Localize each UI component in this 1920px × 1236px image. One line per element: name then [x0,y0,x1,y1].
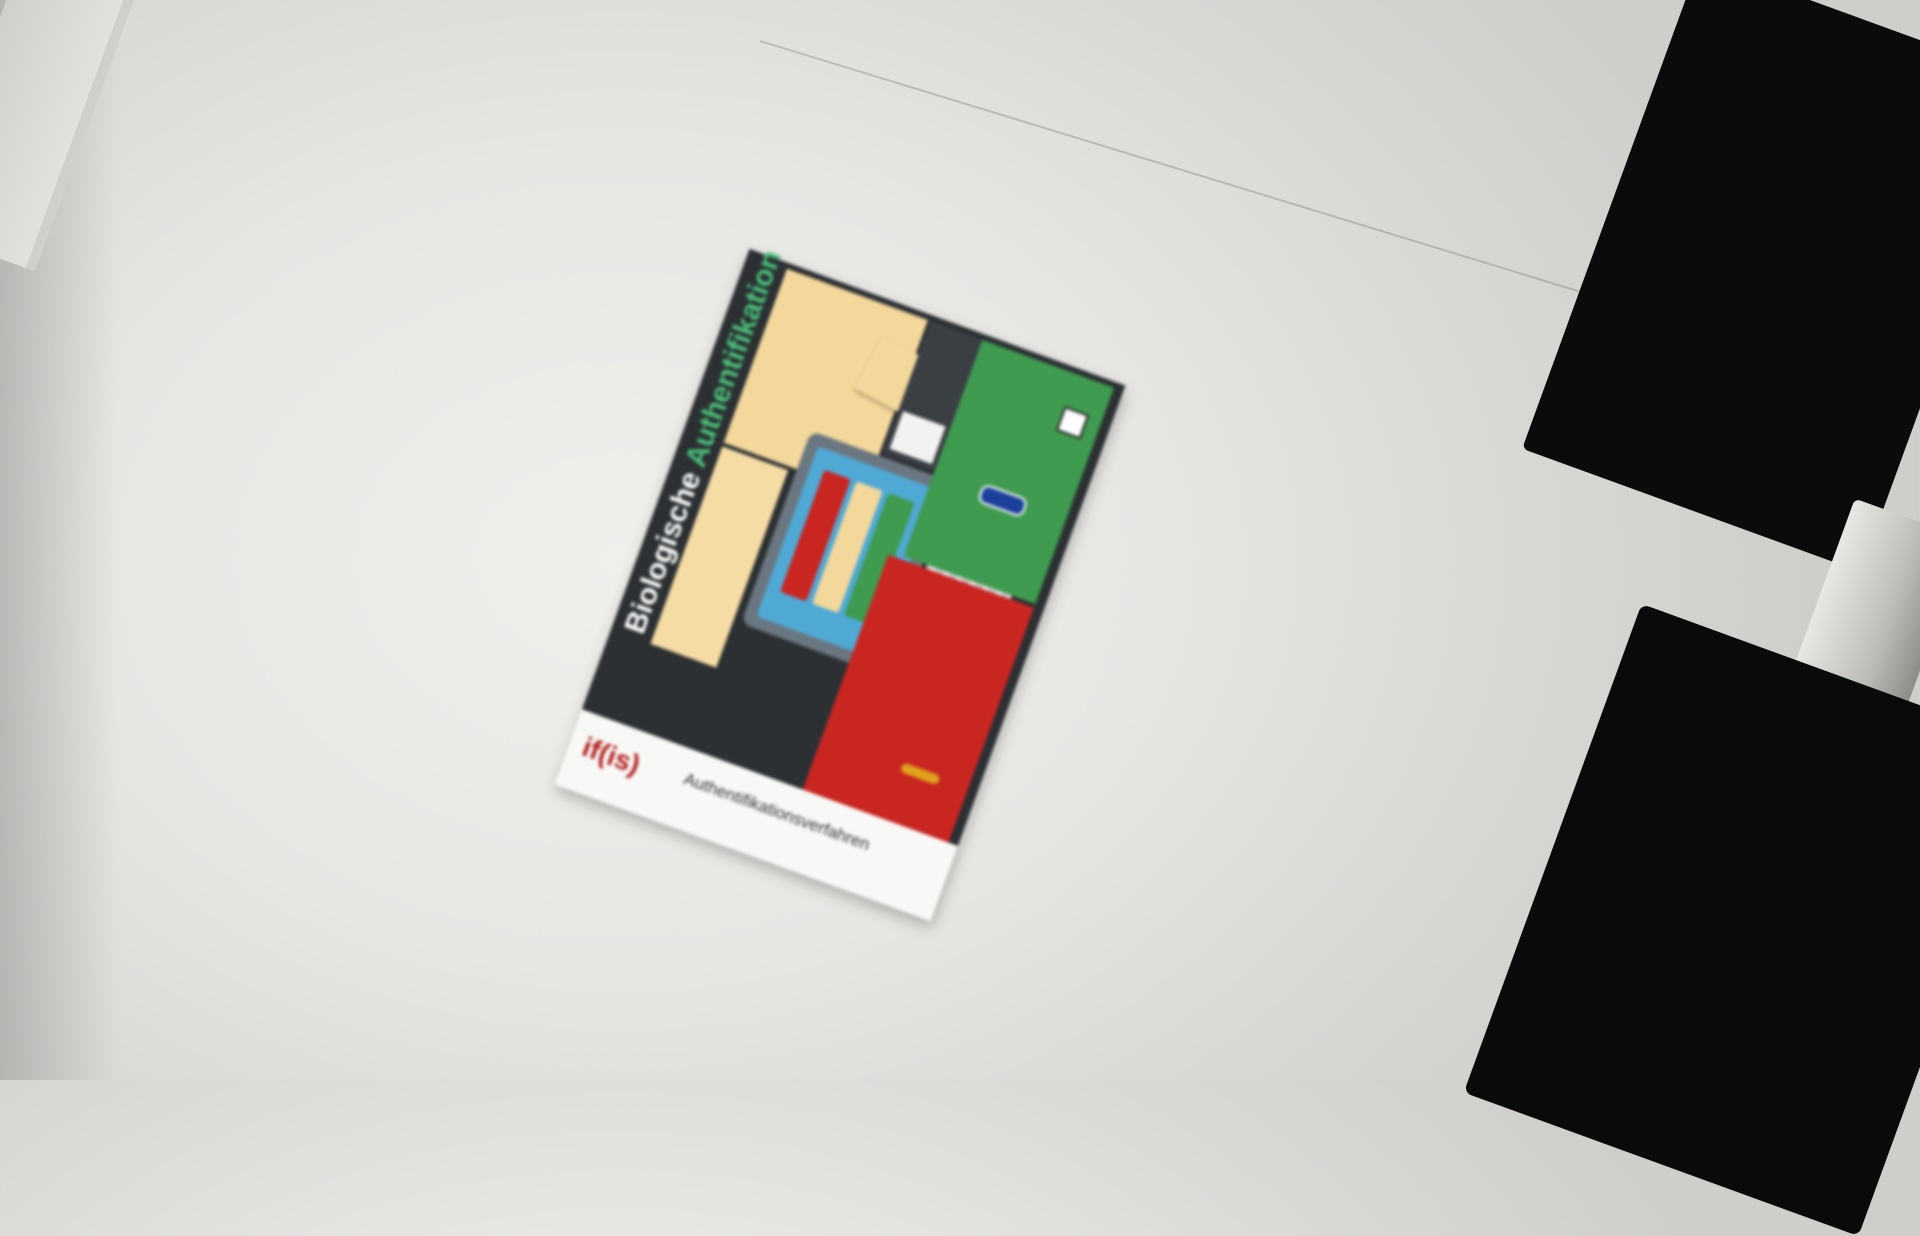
monitor-bottom [1463,603,1920,1236]
room-scene: Biologische Authentifikation if(is) Auth… [0,0,1920,1236]
poster-logo: if(is) [578,730,645,781]
wall-poster: Biologische Authentifikation if(is) Auth… [554,246,1126,922]
monitor-top [1522,0,1920,572]
ceiling-edge [759,40,1717,335]
